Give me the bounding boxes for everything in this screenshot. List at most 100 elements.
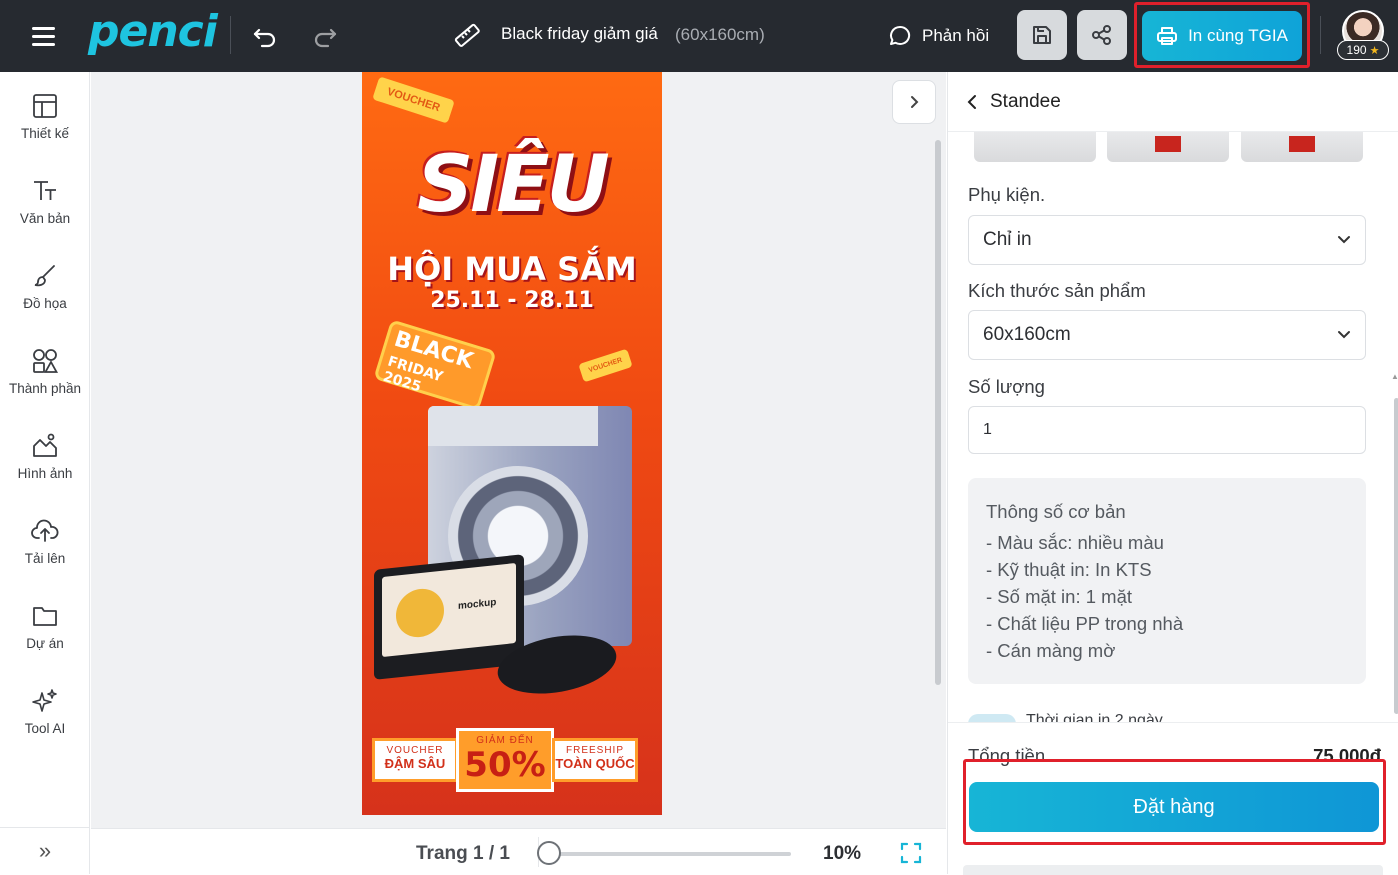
promo-freeship-small: FREESHIP bbox=[565, 745, 624, 756]
expand-rail-button[interactable]: » bbox=[0, 827, 90, 874]
product-thumbnail[interactable] bbox=[974, 132, 1096, 162]
promo-discount-big: 50% bbox=[464, 745, 546, 785]
save-button[interactable] bbox=[1017, 10, 1067, 60]
left-rail: Thiết kế Văn bản Đồ họa Thành phần Hình … bbox=[0, 72, 90, 874]
page-indicator[interactable]: Trang 1 / 1 bbox=[416, 843, 510, 865]
zoom-slider-handle[interactable] bbox=[537, 841, 561, 865]
rail-item-graphics[interactable]: Đồ họa bbox=[0, 262, 90, 342]
place-order-button[interactable]: Đặt hàng bbox=[969, 782, 1379, 832]
rail-label: Thiết kế bbox=[20, 126, 70, 141]
promo-voucher-small: VOUCHER bbox=[386, 745, 444, 756]
panel-title: Standee bbox=[990, 90, 1061, 112]
accessory-label: Phụ kiện. bbox=[968, 184, 1046, 205]
accessory-value: Chỉ in bbox=[983, 229, 1032, 250]
print-options-panel: Standee Phụ kiện. Chỉ in Kích thước sản … bbox=[947, 72, 1398, 875]
spec-line: - Màu sắc: nhiều màu bbox=[986, 532, 1164, 553]
spec-line: - Số mặt in: 1 mặt bbox=[986, 586, 1132, 607]
chevron-right-icon bbox=[911, 96, 919, 108]
rail-label: Hình ảnh bbox=[17, 466, 73, 481]
spec-line: - Chất liệu PP trong nhà bbox=[986, 613, 1184, 634]
promo-strip: VOUCHER ĐẬM SÂU GIẢM ĐẾN 50% FREESHIP TO… bbox=[372, 728, 652, 792]
undo-icon[interactable] bbox=[250, 22, 280, 50]
promo-freeship-big: TOÀN QUỐC bbox=[555, 756, 635, 771]
print-with-tgia-button[interactable]: In cùng TGIA bbox=[1142, 11, 1302, 61]
size-select[interactable]: 60x160cm bbox=[968, 310, 1366, 360]
promo-voucher-big: ĐẬM SÂU bbox=[384, 756, 446, 771]
product-thumbnails bbox=[974, 132, 1364, 162]
scroll-up-arrow[interactable]: ▲ bbox=[1391, 372, 1398, 381]
folder-icon bbox=[33, 607, 57, 626]
menu-icon[interactable] bbox=[28, 24, 58, 48]
laptop-circle bbox=[396, 586, 444, 640]
status-bar: Trang 1 / 1 10% bbox=[91, 828, 946, 874]
product-thumbnail[interactable] bbox=[1241, 132, 1363, 162]
rail-label: Tải lên bbox=[24, 551, 66, 566]
order-footer: Tổng tiền 75.000đ Đặt hàng bbox=[948, 722, 1398, 875]
size-label: Kích thước sản phẩm bbox=[968, 280, 1146, 301]
rail-label: Đồ họa bbox=[23, 296, 67, 311]
promo-discount: GIẢM ĐẾN 50% bbox=[456, 728, 554, 792]
brush-icon bbox=[34, 265, 55, 287]
spec-line: - Kỹ thuật in: In KTS bbox=[986, 559, 1152, 580]
rail-item-upload[interactable]: Tải lên bbox=[0, 517, 90, 597]
poster-headline: SIÊU bbox=[417, 140, 610, 230]
rail-label: Tool AI bbox=[24, 721, 66, 736]
print-button-highlight: In cùng TGIA bbox=[1134, 2, 1310, 68]
basic-specs-box: Thông số cơ bản - Màu sắc: nhiều màu - K… bbox=[968, 478, 1366, 684]
rail-item-text[interactable]: Văn bản bbox=[0, 177, 90, 257]
laptop-text: mockup bbox=[458, 597, 497, 613]
rail-item-design[interactable]: Thiết kế bbox=[0, 92, 90, 172]
rail-label: Dự án bbox=[26, 636, 64, 651]
voucher-tag: VOUCHER bbox=[372, 76, 455, 124]
product-thumbnail[interactable] bbox=[1107, 132, 1229, 162]
document-size: (60x160cm) bbox=[675, 25, 765, 44]
zoom-value[interactable]: 10% bbox=[823, 843, 861, 865]
penci-logo[interactable]: penci bbox=[88, 6, 218, 57]
chevron-down-icon bbox=[1338, 236, 1350, 244]
rail-item-images[interactable]: Hình ảnh bbox=[0, 432, 90, 512]
zoom-slider-track[interactable] bbox=[549, 852, 791, 856]
feedback-button[interactable]: Phản hồi bbox=[888, 20, 989, 52]
promo-voucher: VOUCHER ĐẬM SÂU bbox=[372, 738, 458, 782]
text-icon bbox=[34, 181, 56, 200]
rail-item-tool-ai[interactable]: Tool AI bbox=[0, 687, 90, 767]
divider bbox=[1320, 16, 1321, 54]
image-icon bbox=[33, 433, 57, 457]
quantity-label: Số lượng bbox=[968, 376, 1045, 397]
order-button-highlight: Đặt hàng bbox=[963, 759, 1386, 845]
feedback-label: Phản hồi bbox=[922, 26, 990, 45]
print-label: In cùng TGIA bbox=[1188, 26, 1288, 45]
design-poster[interactable]: VOUCHER SIÊU HỘI MUA SẮM 25.11 - 28.11 B… bbox=[362, 72, 662, 815]
rail-item-projects[interactable]: Dự án bbox=[0, 602, 90, 682]
poster-dates: 25.11 - 28.11 bbox=[430, 288, 594, 313]
promo-freeship: FREESHIP TOÀN QUỐC bbox=[552, 738, 638, 782]
top-bar: penci Black friday giảm giá (60x160cm) P… bbox=[0, 0, 1398, 72]
rail-label: Thành phần bbox=[8, 381, 82, 396]
shapes-icon bbox=[33, 349, 59, 373]
collapse-panel-button[interactable] bbox=[892, 80, 936, 124]
points-badge[interactable]: 190 ★ bbox=[1337, 40, 1389, 60]
spec-line: - Cán màng mờ bbox=[986, 640, 1116, 661]
panel-scrollbar[interactable] bbox=[1394, 398, 1398, 714]
rail-label: Văn bản bbox=[19, 211, 71, 226]
back-to-products[interactable]: Standee bbox=[948, 72, 1398, 132]
fullscreen-icon[interactable] bbox=[899, 841, 923, 865]
canvas-scrollbar[interactable] bbox=[935, 140, 941, 685]
upload-icon bbox=[31, 519, 59, 542]
divider bbox=[230, 16, 231, 54]
specs-title: Thông số cơ bản bbox=[986, 501, 1126, 522]
accessory-select[interactable]: Chỉ in bbox=[968, 215, 1366, 265]
ruler-icon[interactable] bbox=[452, 20, 482, 50]
washer-panel bbox=[428, 406, 598, 446]
document-title[interactable]: Black friday giảm giá bbox=[501, 24, 658, 44]
thumbnail-mark bbox=[1155, 136, 1181, 152]
share-button[interactable] bbox=[1077, 10, 1127, 60]
poster-subheadline: HỘI MUA SẮM bbox=[387, 250, 637, 288]
voucher-tag-small: VOUCHER bbox=[578, 348, 633, 383]
chat-icon bbox=[890, 25, 911, 45]
thumbnail-mark bbox=[1289, 136, 1315, 152]
rail-item-elements[interactable]: Thành phần bbox=[0, 347, 90, 427]
quantity-field[interactable]: 1 bbox=[968, 406, 1366, 454]
size-value: 60x160cm bbox=[983, 324, 1071, 345]
redo-icon[interactable] bbox=[310, 22, 340, 50]
